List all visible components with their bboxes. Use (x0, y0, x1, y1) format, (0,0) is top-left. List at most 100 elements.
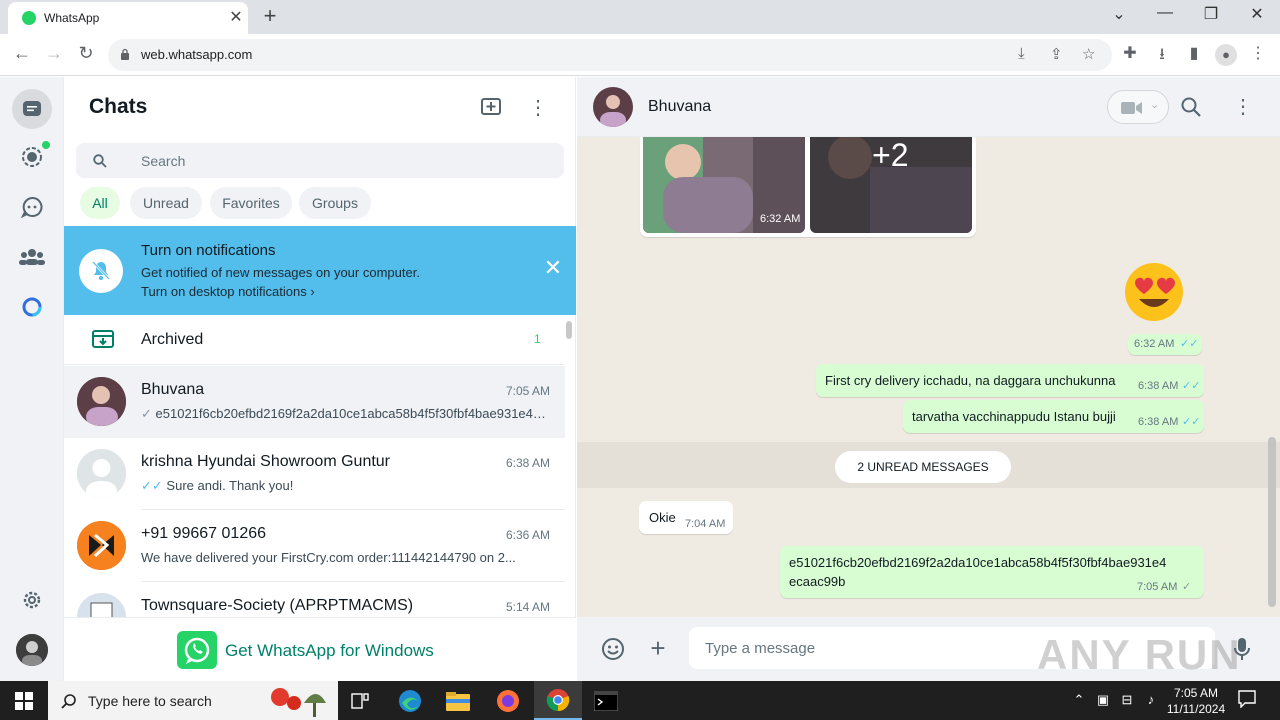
unread-messages-badge: 2 UNREAD MESSAGES (835, 451, 1011, 483)
notification-center-icon[interactable] (1238, 690, 1256, 713)
close-window-button[interactable]: ✕ (1242, 4, 1272, 24)
search-input[interactable]: Search (76, 143, 564, 178)
whatsapp-logo-icon (177, 631, 217, 669)
chat-row-townsquare[interactable]: Townsquare-Society (APRPTMACMS) 5:14 AM (64, 582, 565, 618)
filter-chip-groups[interactable]: Groups (299, 187, 371, 219)
downloads-icon[interactable]: ⭳ (1151, 43, 1173, 70)
outgoing-message[interactable]: tarvatha vacchinappudu Istanu bujji 6:38… (903, 400, 1204, 433)
read-double-check-icon: ✓✓ (1182, 380, 1201, 392)
new-tab-button[interactable]: + (258, 3, 282, 29)
filter-chip-unread[interactable]: Unread (130, 187, 202, 219)
heart-eyes-emoji-message[interactable] (1123, 261, 1185, 328)
windows-start-icon[interactable] (15, 692, 33, 715)
tray-device-icon[interactable]: ▣ (1094, 692, 1112, 708)
contact-name[interactable]: Bhuvana (648, 98, 711, 116)
message-time: 6:38 AM (1138, 416, 1179, 428)
profile-avatar[interactable] (16, 634, 48, 666)
tray-chevron-up-icon[interactable]: ⌃ (1070, 692, 1088, 708)
taskbar-clock[interactable]: 7:05 AM 11/11/2024 (1166, 685, 1226, 717)
volume-icon[interactable]: ♪ (1142, 692, 1160, 707)
network-icon[interactable]: ⊟ (1118, 692, 1136, 708)
messages-area[interactable]: 6:32 AM +2 6:32 AM ✓✓ First cry delivery… (577, 137, 1280, 617)
terminal-icon[interactable] (582, 681, 630, 720)
avatar (77, 377, 126, 426)
filter-chip-all[interactable]: All (80, 187, 120, 219)
video-call-button[interactable]: ⌄ (1107, 90, 1169, 124)
settings-gear-icon[interactable] (16, 584, 48, 616)
reload-icon[interactable]: ↻ (74, 43, 98, 64)
file-explorer-icon[interactable] (434, 681, 482, 720)
install-app-icon[interactable]: ⤓ (1018, 45, 1025, 62)
restore-button[interactable]: ❐ (1196, 4, 1226, 24)
incoming-message[interactable]: Okie 7:04 AM (639, 501, 733, 534)
filter-chip-favorites[interactable]: Favorites (210, 187, 292, 219)
new-chat-icon[interactable] (481, 96, 503, 121)
archived-row[interactable]: Archived 1 (64, 315, 564, 365)
tab-close-icon[interactable]: ✕ (226, 7, 246, 27)
search-placeholder: Search (141, 153, 186, 169)
browser-toolbar: ← → ↻ web.whatsapp.com ⤓ ⇪ ☆ ✚ ⭳ ▮ ● ⋮ (0, 34, 1280, 76)
side-panel-icon[interactable]: ▮ (1183, 43, 1205, 63)
chevron-right-icon: › (310, 284, 315, 299)
message-text: First cry delivery icchadu, na daggara u… (825, 373, 1116, 388)
conversation-header[interactable]: Bhuvana ⌄ ⋮ (577, 77, 1280, 137)
chat-row-bhuvana[interactable]: Bhuvana 7:05 AM ✓ e51021f6cb20efbd2169f2… (64, 366, 565, 438)
browser-menu-icon[interactable]: ⋮ (1247, 43, 1269, 63)
chat-name: Townsquare-Society (APRPTMACMS) (141, 597, 414, 614)
chrome-taskbar-icon[interactable] (534, 681, 582, 720)
meta-ai-nav-icon[interactable] (16, 291, 48, 323)
bookmark-star-icon[interactable]: ☆ (1082, 45, 1095, 63)
back-arrow-icon[interactable]: ← (10, 43, 34, 64)
extensions-puzzle-icon[interactable]: ✚ (1119, 43, 1141, 63)
tab-title: WhatsApp (44, 11, 100, 25)
chat-list-menu-icon[interactable]: ⋮ (528, 95, 548, 120)
photo-thumbnail-more[interactable]: +2 (810, 137, 972, 233)
share-icon[interactable]: ⇪ (1050, 45, 1063, 63)
get-whatsapp-link: Get WhatsApp for Windows (225, 641, 434, 660)
clock-time: 7:05 AM (1173, 686, 1219, 700)
taskbar-search-box[interactable]: Type here to search (48, 681, 338, 720)
app-nav-rail (0, 77, 64, 681)
get-whatsapp-for-windows-banner[interactable]: Get WhatsApp for Windows (64, 617, 576, 681)
chat-preview: ✓✓ Sure andi. Thank you! (141, 478, 549, 494)
search-in-chat-icon[interactable] (1181, 97, 1201, 122)
status-nav-icon[interactable] (16, 141, 50, 173)
browser-tab-whatsapp[interactable]: WhatsApp ✕ (8, 2, 248, 34)
read-double-check-icon: ✓✓ (1182, 416, 1201, 428)
conversation-menu-icon[interactable]: ⋮ (1231, 94, 1255, 119)
chat-name: Bhuvana (141, 381, 205, 398)
turn-on-notifications-label: Turn on desktop notifications (141, 284, 307, 299)
message-text-line2: ecaac99b (789, 574, 846, 589)
address-bar[interactable]: web.whatsapp.com ⤓ ⇪ ☆ (108, 39, 1112, 71)
microphone-icon[interactable] (1234, 637, 1250, 666)
task-view-icon[interactable] (336, 681, 384, 720)
edge-browser-icon[interactable] (386, 681, 434, 720)
firefox-icon[interactable] (484, 681, 532, 720)
read-double-check-icon: ✓✓ (141, 478, 163, 493)
minimize-button[interactable]: — (1150, 4, 1180, 22)
dismiss-banner-close-icon[interactable]: ✕ (541, 255, 565, 281)
turn-on-notifications-link[interactable]: Turn on desktop notifications › (141, 284, 315, 299)
read-double-check-icon: ✓✓ (1180, 338, 1199, 350)
contact-avatar[interactable] (593, 87, 633, 127)
outgoing-message[interactable]: First cry delivery icchadu, na daggara u… (816, 364, 1204, 397)
chat-preview-text: Sure andi. Thank you! (166, 478, 294, 493)
profile-avatar-icon[interactable]: ● (1215, 44, 1237, 66)
message-text: tarvatha vacchinappudu Istanu bujji (912, 409, 1116, 424)
messages-scrollbar[interactable] (1268, 437, 1276, 607)
message-composer: + Type a message ANY RUN (577, 617, 1280, 681)
emoji-picker-icon[interactable] (601, 637, 625, 666)
forward-arrow-icon[interactable]: → (42, 43, 66, 64)
communities-nav-icon[interactable] (16, 241, 48, 273)
photo-album-message[interactable]: 6:32 AM +2 (640, 137, 976, 237)
outgoing-message[interactable]: e51021f6cb20efbd2169f2a2da10ce1abca58b4f… (780, 546, 1204, 598)
channels-nav-icon[interactable] (16, 191, 48, 223)
windows-taskbar: Type here to search ⌃ ▣ ⊟ ♪ 7:05 AM 11/1… (0, 681, 1280, 720)
status-unseen-dot (42, 141, 50, 149)
chat-list-scrollbar[interactable] (566, 321, 572, 339)
chats-nav-icon[interactable] (12, 89, 52, 129)
attach-plus-icon[interactable]: + (645, 633, 671, 664)
chat-row-krishna-hyundai[interactable]: krishna Hyundai Showroom Guntur 6:38 AM … (64, 438, 565, 510)
chat-row-firstcry[interactable]: +91 99667 01266 6:36 AM We have delivere… (64, 510, 565, 582)
tab-search-chevron-icon[interactable]: ⌄ (1104, 4, 1134, 24)
